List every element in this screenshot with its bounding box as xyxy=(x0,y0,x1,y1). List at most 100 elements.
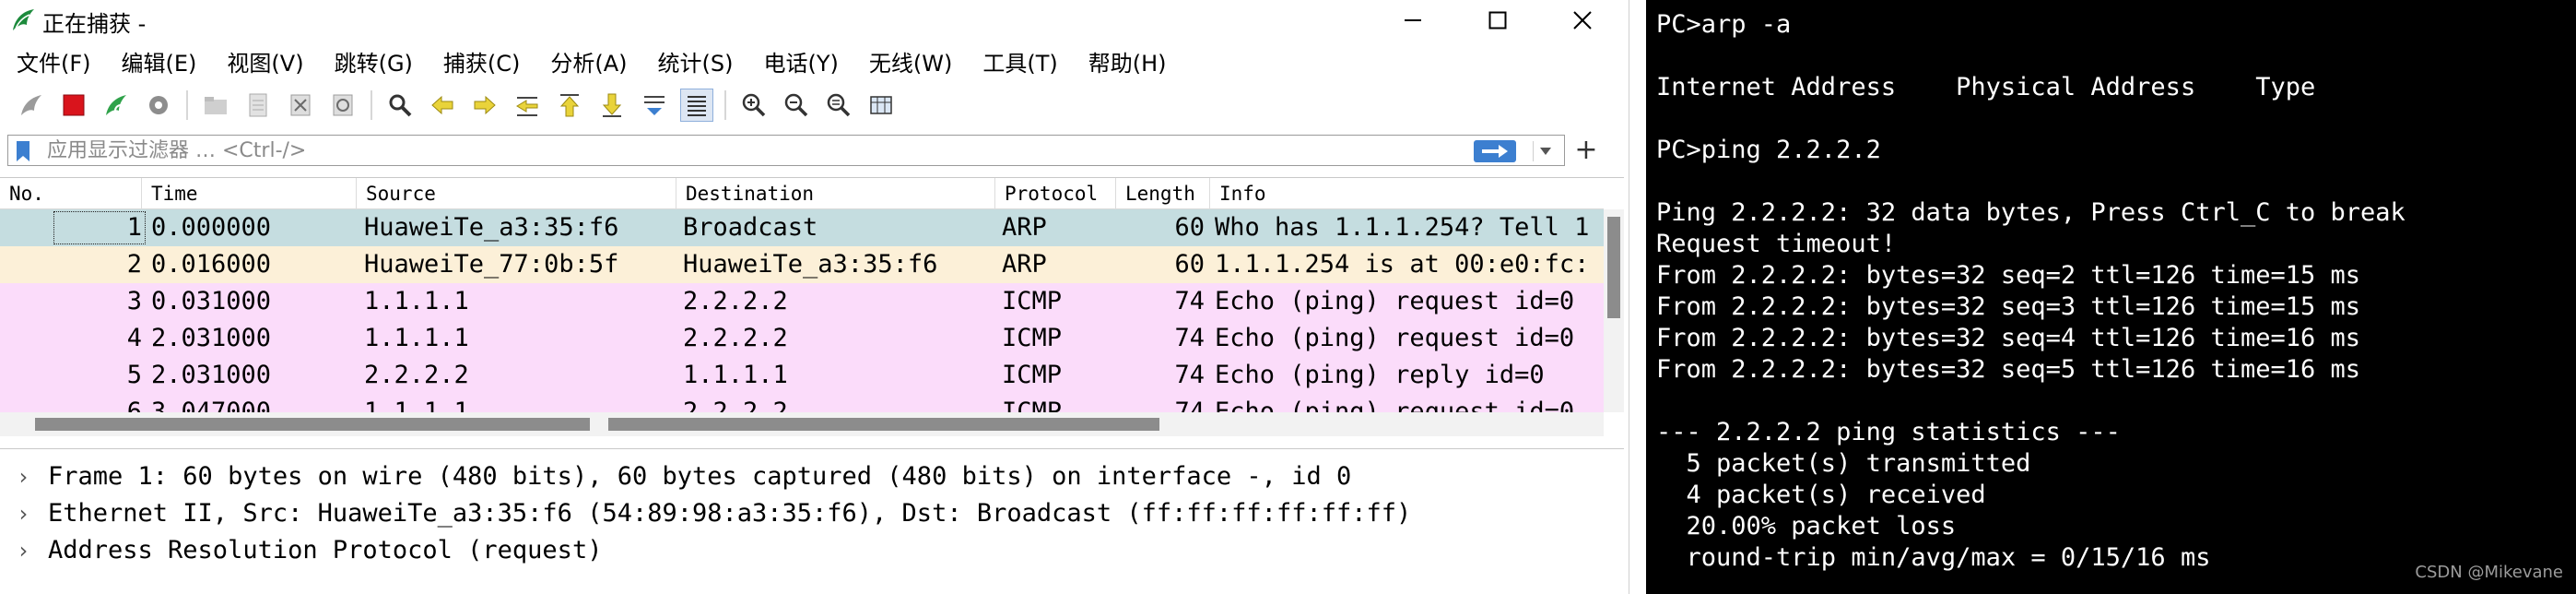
chevron-right-icon[interactable]: › xyxy=(17,458,29,495)
menu-tools[interactable]: 工具(T) xyxy=(982,45,1057,77)
menu-statistics[interactable]: 统计(S) xyxy=(658,45,734,77)
detail-frame: Frame 1: 60 bytes on wire (480 bits), 60… xyxy=(48,462,1352,491)
packet-list: No. Time Source Destination Protocol Len… xyxy=(0,177,1624,437)
packet-source: HuaweiTe_a3:35:f6 xyxy=(364,213,619,242)
go-to-packet-button[interactable] xyxy=(511,89,544,122)
close-file-button[interactable] xyxy=(284,89,317,122)
packet-row[interactable]: 5 2.031000 2.2.2.2 1.1.1.1 ICMP 74 Echo … xyxy=(0,357,1604,394)
chevron-right-icon[interactable]: › xyxy=(17,495,29,532)
terminal-line: 4 packet(s) received xyxy=(1656,481,1986,509)
detail-arp: Address Resolution Protocol (request) xyxy=(48,536,603,564)
packet-no: 6 xyxy=(126,398,142,412)
column-header-destination[interactable]: Destination xyxy=(676,178,995,209)
find-packet-button[interactable] xyxy=(383,89,417,122)
packet-row[interactable]: 1 0.000000 HuaweiTe_a3:35:f6 Broadcast A… xyxy=(0,209,1604,246)
close-button[interactable] xyxy=(1550,0,1615,41)
go-forward-icon xyxy=(474,95,496,115)
packet-info: Who has 1.1.1.254? Tell 1 xyxy=(1215,213,1590,242)
packet-time: 3.047000 xyxy=(151,398,272,412)
packet-time: 2.031000 xyxy=(151,324,272,352)
maximize-button[interactable] xyxy=(1465,0,1530,41)
packet-list-body: 1 0.000000 HuaweiTe_a3:35:f6 Broadcast A… xyxy=(0,209,1604,412)
scrollbar-thumb[interactable] xyxy=(1607,217,1620,318)
column-header-source[interactable]: Source xyxy=(357,178,676,209)
detail-tree-item[interactable]: › Ethernet II, Src: HuaweiTe_a3:35:f6 (5… xyxy=(0,495,1624,532)
terminal-line: 5 packet(s) transmitted xyxy=(1656,449,2031,478)
add-filter-button[interactable]: + xyxy=(1572,135,1600,166)
scrollbar-thumb[interactable] xyxy=(35,418,590,431)
menu-telephony[interactable]: 电话(Y) xyxy=(764,45,839,77)
go-back-icon xyxy=(431,95,453,115)
chevron-right-icon[interactable]: › xyxy=(17,532,29,569)
zoom-out-icon xyxy=(784,93,808,117)
packet-row[interactable]: 4 2.031000 1.1.1.1 2.2.2.2 ICMP 74 Echo … xyxy=(0,320,1604,357)
packet-row[interactable]: 3 0.031000 1.1.1.1 2.2.2.2 ICMP 74 Echo … xyxy=(0,283,1604,320)
open-file-button[interactable] xyxy=(199,89,232,122)
colorize-button[interactable] xyxy=(680,89,713,122)
packet-list-vertical-scrollbar[interactable] xyxy=(1604,209,1624,412)
menu-capture[interactable]: 捕获(C) xyxy=(443,45,520,77)
normal-size-button[interactable] xyxy=(822,89,855,122)
packet-details-pane: › Frame 1: 60 bytes on wire (480 bits), … xyxy=(0,448,1624,594)
detail-tree-item[interactable]: › Address Resolution Protocol (request) xyxy=(0,532,1624,569)
packet-list-horizontal-scrollbar[interactable] xyxy=(0,412,1604,436)
packet-source: 1.1.1.1 xyxy=(364,398,469,412)
column-header-info[interactable]: Info xyxy=(1210,178,1604,209)
packet-row[interactable]: 2 0.016000 HuaweiTe_77:0b:5f HuaweiTe_a3… xyxy=(0,246,1604,283)
first-packet-icon xyxy=(559,94,580,117)
packet-row[interactable]: 6 3.047000 1.1.1.1 2.2.2.2 ICMP 74 Echo … xyxy=(0,394,1604,412)
packet-destination: 1.1.1.1 xyxy=(683,361,788,389)
capture-options-icon xyxy=(149,96,168,114)
display-filter-input[interactable] xyxy=(47,137,1429,163)
column-header-time[interactable]: Time xyxy=(142,178,357,209)
column-header-protocol[interactable]: Protocol xyxy=(995,178,1116,209)
resize-columns-icon xyxy=(870,96,892,114)
packet-protocol: ARP xyxy=(1002,213,1047,242)
reload-file-button[interactable] xyxy=(326,89,359,122)
zoom-in-icon xyxy=(742,93,766,117)
menu-go[interactable]: 跳转(G) xyxy=(335,45,413,77)
menu-file[interactable]: 文件(F) xyxy=(17,45,91,77)
menu-help[interactable]: 帮助(H) xyxy=(1088,45,1167,77)
detail-tree-item[interactable]: › Frame 1: 60 bytes on wire (480 bits), … xyxy=(0,458,1624,495)
menu-wireless[interactable]: 无线(W) xyxy=(869,45,952,77)
go-back-button[interactable] xyxy=(426,89,459,122)
scrollbar-thumb[interactable] xyxy=(608,418,1159,431)
menu-edit[interactable]: 编辑(E) xyxy=(122,45,197,77)
capture-options-button[interactable] xyxy=(142,89,175,122)
filter-bookmark-icon[interactable] xyxy=(14,140,32,162)
last-packet-button[interactable] xyxy=(595,89,629,122)
column-header-no[interactable]: No. xyxy=(0,178,142,209)
resize-columns-button[interactable] xyxy=(865,89,898,122)
first-packet-button[interactable] xyxy=(553,89,586,122)
menu-analyze[interactable]: 分析(A) xyxy=(550,45,627,77)
zoom-in-button[interactable] xyxy=(737,89,770,122)
wireshark-fin-icon xyxy=(13,9,34,30)
auto-scroll-icon xyxy=(644,96,665,115)
terminal-window[interactable]: PC>arp -a Internet Address Physical Addr… xyxy=(1646,0,2576,594)
packet-source: 1.1.1.1 xyxy=(364,287,469,315)
packet-no: 4 xyxy=(126,324,142,352)
packet-time: 0.031000 xyxy=(151,287,272,315)
save-file-button[interactable] xyxy=(241,89,275,122)
minimize-button[interactable] xyxy=(1381,0,1445,41)
colorize-icon xyxy=(688,96,706,116)
start-capture-button[interactable] xyxy=(15,89,48,122)
stop-capture-icon xyxy=(63,94,85,116)
apply-filter-button[interactable] xyxy=(1474,140,1516,162)
column-header-length[interactable]: Length xyxy=(1116,178,1210,209)
zoom-out-button[interactable] xyxy=(780,89,813,122)
last-packet-icon xyxy=(602,93,622,117)
restart-capture-button[interactable] xyxy=(100,89,133,122)
window-title: 正在捕获 - xyxy=(42,11,147,37)
terminal-line: Internet Address Physical Address Type xyxy=(1656,73,2316,101)
detail-ethernet: Ethernet II, Src: HuaweiTe_a3:35:f6 (54:… xyxy=(48,499,1412,528)
filter-history-dropdown[interactable] xyxy=(1533,141,1557,161)
menu-view[interactable]: 视图(V) xyxy=(227,45,303,77)
stop-capture-button[interactable] xyxy=(57,89,90,122)
packet-info: 1.1.1.254 is at 00:e0:fc: xyxy=(1215,250,1590,279)
packet-list-header: No. Time Source Destination Protocol Len… xyxy=(0,178,1604,209)
go-forward-button[interactable] xyxy=(468,89,501,122)
auto-scroll-button[interactable] xyxy=(638,89,671,122)
packet-info: Echo (ping) request id=0 xyxy=(1215,287,1575,315)
